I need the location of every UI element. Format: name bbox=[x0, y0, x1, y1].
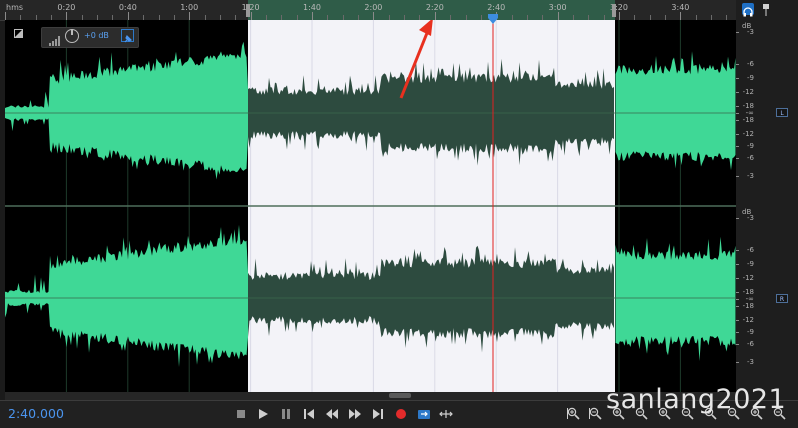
db-tick bbox=[736, 92, 739, 93]
signal-strength-icon bbox=[49, 31, 62, 46]
corner-toggle-icon[interactable] bbox=[14, 23, 23, 38]
ruler-tick bbox=[680, 12, 682, 20]
db-scale-label: -6 bbox=[747, 60, 754, 68]
zoom-out-amplitude-icon[interactable] bbox=[589, 406, 603, 420]
loop-icon[interactable] bbox=[417, 406, 431, 420]
db-scale-left-channel: dB -3 -6 -9 -12 -18 -∞ -18 -12 -9 -6 -3 L bbox=[736, 20, 798, 206]
db-tick bbox=[736, 332, 739, 333]
db-scale-label: -3 bbox=[747, 172, 754, 180]
waveform-display[interactable] bbox=[5, 20, 736, 392]
db-tick bbox=[736, 362, 739, 363]
db-tick bbox=[736, 64, 739, 65]
db-scale-label: -12 bbox=[742, 274, 754, 282]
db-scale-label: -6 bbox=[747, 154, 754, 162]
db-tick bbox=[736, 299, 739, 300]
db-scale-label: -9 bbox=[747, 142, 754, 150]
db-tick bbox=[736, 320, 739, 321]
hud-pin-icon[interactable] bbox=[121, 29, 134, 43]
channel-R-toggle[interactable]: R bbox=[776, 294, 788, 303]
db-scale-label: -12 bbox=[742, 130, 754, 138]
volume-value[interactable]: +0 dB bbox=[84, 31, 109, 40]
timecode-display[interactable]: 2:40.000 bbox=[8, 406, 64, 421]
zoom-in-amplitude-icon[interactable] bbox=[567, 406, 581, 420]
db-tick bbox=[736, 120, 739, 121]
db-tick bbox=[736, 306, 739, 307]
db-tick bbox=[736, 176, 739, 177]
selection-start-handle[interactable] bbox=[246, 4, 250, 17]
pause-icon[interactable] bbox=[279, 406, 293, 420]
ruler-tick bbox=[619, 12, 620, 20]
ruler-label: 1:40 bbox=[303, 3, 321, 12]
db-scale-label: -3 bbox=[747, 214, 754, 222]
db-tick bbox=[736, 32, 739, 33]
playhead-marker[interactable] bbox=[488, 9, 498, 24]
db-scale-label: -12 bbox=[742, 316, 754, 324]
db-scale-label: -9 bbox=[747, 328, 754, 336]
db-scale-label: -18 bbox=[742, 116, 754, 124]
db-scale-label: -3 bbox=[747, 358, 754, 366]
watermark: sanlang2021 bbox=[606, 384, 787, 415]
db-tick bbox=[736, 250, 739, 251]
rewind-icon[interactable] bbox=[325, 406, 339, 420]
db-tick bbox=[736, 113, 739, 114]
ruler-label: 0:40 bbox=[118, 3, 137, 12]
ruler-label: 2:20 bbox=[425, 3, 444, 12]
waveform-channel-left bbox=[5, 41, 248, 180]
db-scale-label: -3 bbox=[747, 28, 754, 36]
db-scale-label: -18 bbox=[742, 302, 754, 310]
ruler-tick bbox=[66, 12, 68, 20]
volume-knob[interactable] bbox=[65, 29, 79, 43]
headphones-icon[interactable] bbox=[742, 3, 754, 17]
ruler-tick bbox=[127, 12, 129, 20]
channel-L-toggle[interactable]: L bbox=[776, 108, 788, 117]
db-tick bbox=[736, 278, 739, 279]
db-tick bbox=[736, 344, 739, 345]
ruler-label: 1:20 bbox=[241, 3, 260, 12]
db-tick bbox=[736, 292, 739, 293]
ruler-tick bbox=[312, 12, 313, 20]
db-scale-label: -9 bbox=[747, 260, 754, 268]
db-tick bbox=[736, 78, 739, 79]
db-tick bbox=[736, 146, 739, 147]
record-icon[interactable] bbox=[394, 406, 408, 420]
ruler-tick bbox=[557, 12, 559, 20]
waveform-channel-right bbox=[5, 224, 248, 367]
db-tick bbox=[736, 218, 739, 219]
ruler-label: 2:00 bbox=[364, 3, 383, 12]
ruler-tick bbox=[5, 12, 6, 20]
db-tick bbox=[736, 158, 739, 159]
waveform-channel-left bbox=[615, 51, 736, 171]
ruler-tick bbox=[373, 12, 375, 20]
db-tick bbox=[736, 264, 739, 265]
waveform-channel-right bbox=[615, 236, 736, 361]
fast-forward-icon[interactable] bbox=[348, 406, 362, 420]
ruler-label: 3:00 bbox=[548, 3, 567, 12]
db-scale-right-channel: dB -3 -6 -9 -12 -18 -∞ -18 -12 -9 -6 -3 R bbox=[736, 206, 798, 392]
db-scale-label: -12 bbox=[742, 88, 754, 96]
db-tick bbox=[736, 134, 739, 135]
skip-selection-icon[interactable] bbox=[439, 406, 453, 420]
db-scale-label: -6 bbox=[747, 340, 754, 348]
ruler-tick bbox=[434, 12, 436, 20]
selection-end-handle[interactable] bbox=[612, 4, 616, 17]
go-to-start-icon[interactable] bbox=[302, 406, 316, 420]
waveform-svg[interactable] bbox=[5, 20, 736, 392]
ruler-label: 0:20 bbox=[57, 3, 76, 12]
db-tick bbox=[736, 106, 739, 107]
ruler-tick bbox=[250, 12, 252, 20]
db-scale-label: -9 bbox=[747, 74, 754, 82]
pin-icon[interactable] bbox=[762, 2, 770, 16]
play-icon[interactable] bbox=[256, 406, 270, 420]
ruler-labels: 0:20 0:40 1:00 1:20 1:40 2:00 2:20 2:40 3:00 3:20… bbox=[0, 0, 742, 20]
ruler-label: 3:40 bbox=[671, 3, 690, 12]
db-scale-label: -6 bbox=[747, 246, 754, 254]
ruler-label: 1:00 bbox=[180, 3, 199, 12]
stop-icon[interactable] bbox=[234, 406, 248, 420]
ruler-tick bbox=[189, 12, 191, 20]
scrollbar-grip[interactable] bbox=[389, 393, 411, 398]
go-to-end-icon[interactable] bbox=[371, 406, 385, 420]
